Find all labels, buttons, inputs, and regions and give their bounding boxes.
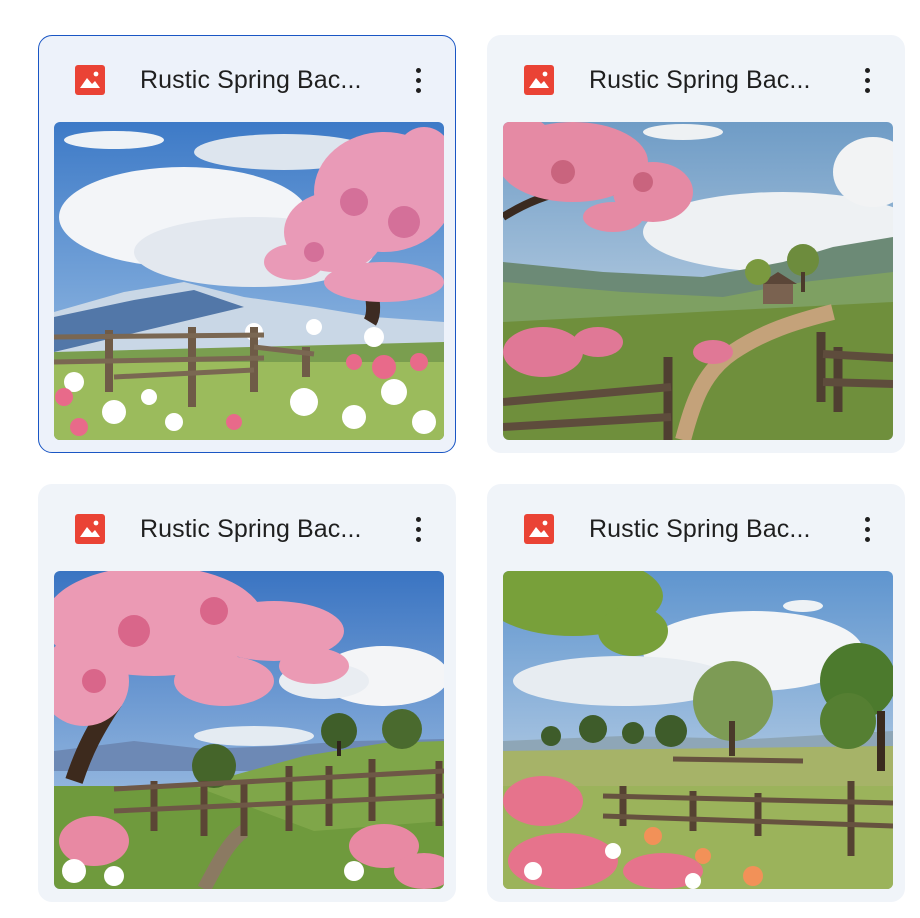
image-thumbnail[interactable]: [54, 571, 444, 889]
image-thumbnail[interactable]: [503, 122, 893, 440]
image-thumbnail[interactable]: [503, 571, 893, 889]
file-title: Rustic Spring Bac...: [140, 66, 362, 94]
file-title: Rustic Spring Bac...: [589, 66, 811, 94]
image-thumbnail[interactable]: [54, 122, 444, 440]
more-vert-icon: [864, 67, 870, 73]
file-card-header: Rustic Spring Bac...: [39, 485, 455, 571]
more-vert-icon: [415, 516, 421, 522]
image-file-icon: [524, 65, 554, 95]
file-title: Rustic Spring Bac...: [140, 515, 362, 543]
image-file-icon: [75, 514, 105, 544]
image-file-icon: [75, 65, 105, 95]
more-options-button[interactable]: [850, 509, 884, 549]
more-vert-icon: [864, 516, 870, 522]
more-options-button[interactable]: [401, 60, 435, 100]
file-title: Rustic Spring Bac...: [589, 515, 811, 543]
file-card-header: Rustic Spring Bac...: [488, 485, 904, 571]
file-card[interactable]: Rustic Spring Bac...: [38, 35, 456, 453]
more-options-button[interactable]: [401, 509, 435, 549]
more-options-button[interactable]: [850, 60, 884, 100]
file-card[interactable]: Rustic Spring Bac...: [487, 35, 905, 453]
file-card-header: Rustic Spring Bac...: [488, 36, 904, 122]
file-card-header: Rustic Spring Bac...: [39, 36, 455, 122]
file-card[interactable]: Rustic Spring Bac...: [487, 484, 905, 902]
file-card[interactable]: Rustic Spring Bac...: [38, 484, 456, 902]
image-file-icon: [524, 514, 554, 544]
more-vert-icon: [415, 67, 421, 73]
